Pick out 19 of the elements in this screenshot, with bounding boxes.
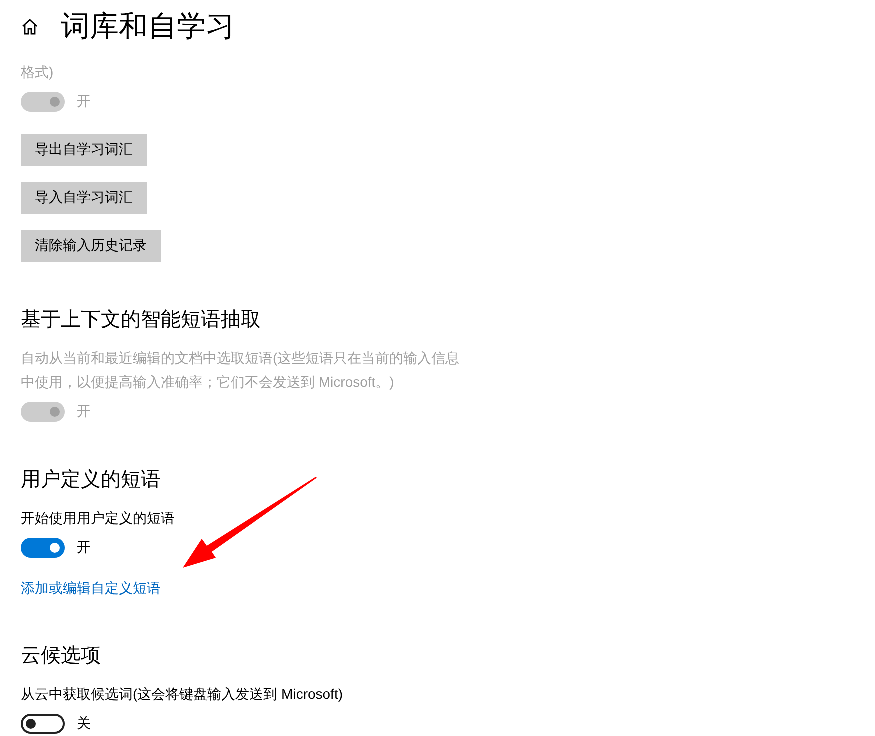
toggle-label: 开	[77, 403, 91, 421]
toggle-label: 开	[77, 539, 91, 557]
home-icon[interactable]	[21, 18, 39, 36]
edit-phrases-link[interactable]: 添加或编辑自定义短语	[21, 580, 161, 598]
description-text: 开始使用用户定义的短语	[21, 509, 175, 528]
toggle-label: 开	[77, 93, 91, 111]
toggle-switch[interactable]	[21, 538, 65, 558]
description-text: 格式)	[21, 63, 54, 82]
description-text: 从云中获取候选词(这会将键盘输入发送到 Microsoft)	[21, 685, 343, 704]
action-button[interactable]: 导出自学习词汇	[21, 134, 147, 166]
action-button[interactable]: 清除输入历史记录	[21, 230, 161, 262]
toggle-switch[interactable]	[21, 714, 65, 734]
section-heading: 云候选项	[21, 644, 101, 669]
description-text: 自动从当前和最近编辑的文档中选取短语(这些短语只在当前的输入信息中使用，以便提高输入准确率；它们不会发送到 Microsoft。)	[21, 349, 461, 392]
action-button[interactable]: 导入自学习词汇	[21, 182, 147, 214]
section-heading: 用户定义的短语	[21, 468, 161, 493]
page-title: 词库和自学习	[61, 10, 235, 45]
toggle-label: 关	[77, 715, 91, 733]
section-heading: 基于上下文的智能短语抽取	[21, 308, 261, 333]
